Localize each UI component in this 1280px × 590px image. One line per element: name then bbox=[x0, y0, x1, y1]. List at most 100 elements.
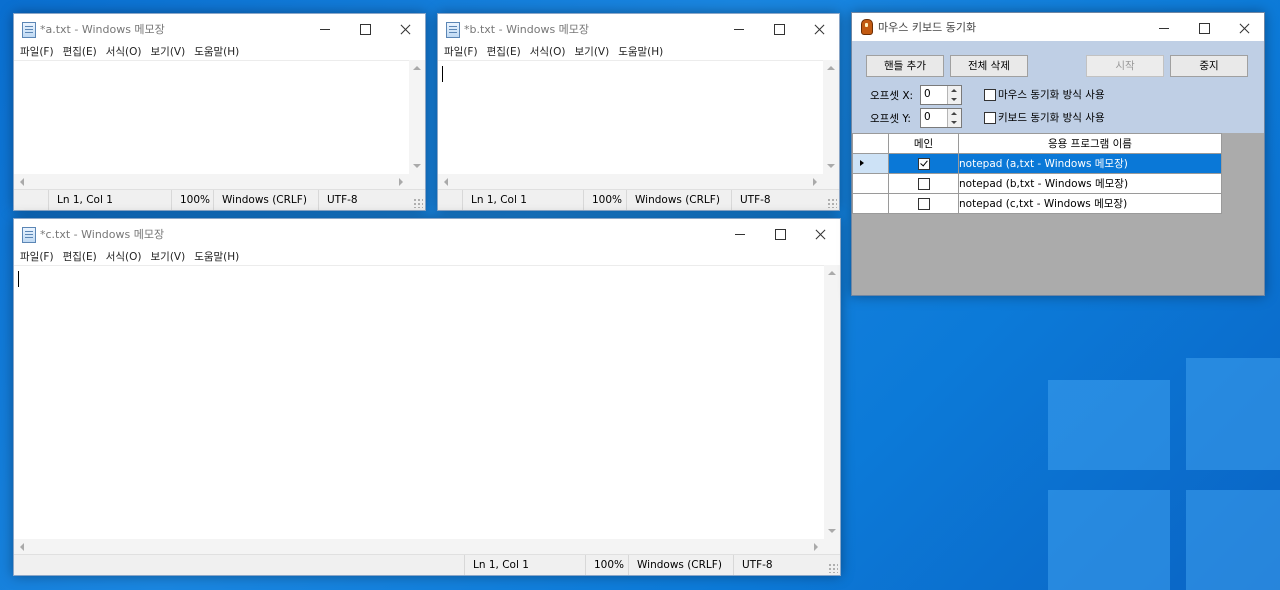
row-header[interactable] bbox=[852, 153, 889, 174]
menu-format[interactable]: 서식(O) bbox=[106, 246, 148, 266]
close-icon[interactable] bbox=[799, 14, 839, 44]
scroll-up-icon[interactable] bbox=[827, 66, 835, 70]
handle-grid: 메인 응용 프로그램 이름 notepad (a,txt - Windows 메… bbox=[852, 133, 1264, 295]
maximize-icon[interactable] bbox=[759, 14, 799, 44]
text-editor[interactable] bbox=[438, 60, 839, 174]
menu-format[interactable]: 서식(O) bbox=[106, 41, 148, 61]
scroll-left-icon[interactable] bbox=[20, 178, 24, 186]
menu-format[interactable]: 서식(O) bbox=[530, 41, 572, 61]
scroll-up-icon[interactable] bbox=[828, 271, 836, 275]
app-name-cell[interactable]: notepad (c,txt - Windows 메모장) bbox=[958, 193, 1222, 214]
table-row[interactable]: notepad (a,txt - Windows 메모장) bbox=[852, 153, 1222, 174]
horizontal-scrollbar[interactable] bbox=[438, 174, 823, 190]
scroll-corner bbox=[409, 174, 425, 190]
title-bar[interactable]: 마우스 키보드 동기화 bbox=[852, 13, 1264, 41]
scroll-down-icon[interactable] bbox=[827, 164, 835, 168]
maximize-icon[interactable] bbox=[1184, 13, 1224, 41]
resize-grip[interactable] bbox=[413, 198, 423, 208]
menu-edit[interactable]: 편집(E) bbox=[63, 246, 103, 266]
add-handle-button[interactable]: 핸들 추가 bbox=[866, 55, 944, 77]
scroll-down-icon[interactable] bbox=[828, 529, 836, 533]
scroll-right-icon[interactable] bbox=[399, 178, 403, 186]
title-bar[interactable]: *b.txt - Windows 메모장 bbox=[438, 14, 839, 44]
notepad-icon bbox=[446, 22, 460, 38]
status-position: Ln 1, Col 1 bbox=[462, 190, 583, 210]
delete-all-button[interactable]: 전체 삭제 bbox=[950, 55, 1028, 77]
status-position: Ln 1, Col 1 bbox=[464, 555, 585, 575]
menu-view[interactable]: 보기(V) bbox=[151, 41, 192, 61]
mouse-sync-label[interactable]: 마우스 동기화 방식 사용 bbox=[998, 87, 1105, 102]
vertical-scrollbar[interactable] bbox=[409, 60, 425, 174]
row-header[interactable] bbox=[852, 193, 889, 214]
text-editor[interactable] bbox=[14, 60, 425, 174]
maximize-icon[interactable] bbox=[345, 14, 385, 44]
app-name-cell[interactable]: notepad (b,txt - Windows 메모장) bbox=[958, 173, 1222, 194]
resize-grip[interactable] bbox=[828, 563, 838, 573]
title-bar[interactable]: *c.txt - Windows 메모장 bbox=[14, 219, 840, 249]
notepad-window-b: *b.txt - Windows 메모장 파일(F) 편집(E) 서식(O) 보… bbox=[437, 13, 840, 211]
status-zoom: 100% bbox=[585, 555, 629, 575]
title-bar[interactable]: *a.txt - Windows 메모장 bbox=[14, 14, 425, 44]
resize-grip[interactable] bbox=[827, 198, 837, 208]
menu-file[interactable]: 파일(F) bbox=[444, 41, 484, 61]
main-checkbox-cell[interactable] bbox=[888, 173, 959, 194]
close-icon[interactable] bbox=[800, 219, 840, 249]
minimize-icon[interactable] bbox=[1144, 13, 1184, 41]
scroll-left-icon[interactable] bbox=[444, 178, 448, 186]
minimize-icon[interactable] bbox=[305, 14, 345, 44]
menu-file[interactable]: 파일(F) bbox=[20, 246, 60, 266]
app-name-cell[interactable]: notepad (a,txt - Windows 메모장) bbox=[958, 153, 1222, 174]
menu-help[interactable]: 도움말(H) bbox=[194, 246, 245, 266]
checked-checkbox-icon[interactable] bbox=[917, 157, 930, 170]
table-row[interactable]: notepad (b,txt - Windows 메모장) bbox=[852, 173, 1222, 194]
spin-arrows-icon[interactable] bbox=[947, 109, 961, 127]
keyboard-sync-label[interactable]: 키보드 동기화 방식 사용 bbox=[998, 110, 1105, 125]
menu-bar: 파일(F) 편집(E) 서식(O) 보기(V) 도움말(H) bbox=[14, 246, 840, 266]
menu-help[interactable]: 도움말(H) bbox=[618, 41, 669, 61]
row-header[interactable] bbox=[852, 173, 889, 194]
horizontal-scrollbar[interactable] bbox=[14, 539, 824, 555]
status-encoding: UTF-8 bbox=[733, 555, 832, 575]
minimize-icon[interactable] bbox=[719, 14, 759, 44]
text-editor[interactable] bbox=[14, 265, 840, 539]
menu-view[interactable]: 보기(V) bbox=[151, 246, 192, 266]
spin-arrows-icon[interactable] bbox=[947, 86, 961, 104]
minimize-icon[interactable] bbox=[720, 219, 760, 249]
scroll-down-icon[interactable] bbox=[413, 164, 421, 168]
offset-y-value: 0 bbox=[924, 111, 931, 123]
app-name-column-header[interactable]: 응용 프로그램 이름 bbox=[958, 133, 1222, 154]
vertical-scrollbar[interactable] bbox=[823, 60, 839, 174]
main-column-header[interactable]: 메인 bbox=[888, 133, 959, 154]
window-title: 마우스 키보드 동기화 bbox=[878, 21, 977, 34]
menu-edit[interactable]: 편집(E) bbox=[63, 41, 103, 61]
horizontal-scrollbar[interactable] bbox=[14, 174, 409, 190]
menu-view[interactable]: 보기(V) bbox=[575, 41, 616, 61]
close-icon[interactable] bbox=[1224, 13, 1264, 41]
checkbox-icon[interactable] bbox=[917, 197, 930, 210]
offset-x-value: 0 bbox=[924, 88, 931, 100]
main-checkbox-cell[interactable] bbox=[888, 153, 959, 174]
menu-edit[interactable]: 편집(E) bbox=[487, 41, 527, 61]
window-title: *c.txt - Windows 메모장 bbox=[40, 228, 165, 241]
vertical-scrollbar[interactable] bbox=[824, 265, 840, 539]
scroll-right-icon[interactable] bbox=[814, 543, 818, 551]
offset-x-stepper[interactable]: 0 bbox=[920, 85, 962, 105]
notepad-window-a: *a.txt - Windows 메모장 파일(F) 편집(E) 서식(O) 보… bbox=[13, 13, 426, 211]
sync-tool-window: 마우스 키보드 동기화 핸들 추가 전체 삭제 시작 중지 오프셋 X: 0 오… bbox=[851, 12, 1265, 296]
close-icon[interactable] bbox=[385, 14, 425, 44]
scroll-left-icon[interactable] bbox=[20, 543, 24, 551]
scroll-right-icon[interactable] bbox=[813, 178, 817, 186]
checkbox-icon[interactable] bbox=[917, 177, 930, 190]
start-button[interactable]: 시작 bbox=[1086, 55, 1164, 77]
keyboard-sync-checkbox[interactable] bbox=[984, 112, 996, 124]
scroll-up-icon[interactable] bbox=[413, 66, 421, 70]
maximize-icon[interactable] bbox=[760, 219, 800, 249]
stop-button[interactable]: 중지 bbox=[1170, 55, 1248, 77]
mouse-sync-checkbox[interactable] bbox=[984, 89, 996, 101]
offset-y-stepper[interactable]: 0 bbox=[920, 108, 962, 128]
table-row[interactable]: notepad (c,txt - Windows 메모장) bbox=[852, 193, 1222, 214]
menu-file[interactable]: 파일(F) bbox=[20, 41, 60, 61]
menu-bar: 파일(F) 편집(E) 서식(O) 보기(V) 도움말(H) bbox=[438, 41, 839, 61]
main-checkbox-cell[interactable] bbox=[888, 193, 959, 214]
menu-help[interactable]: 도움말(H) bbox=[194, 41, 245, 61]
